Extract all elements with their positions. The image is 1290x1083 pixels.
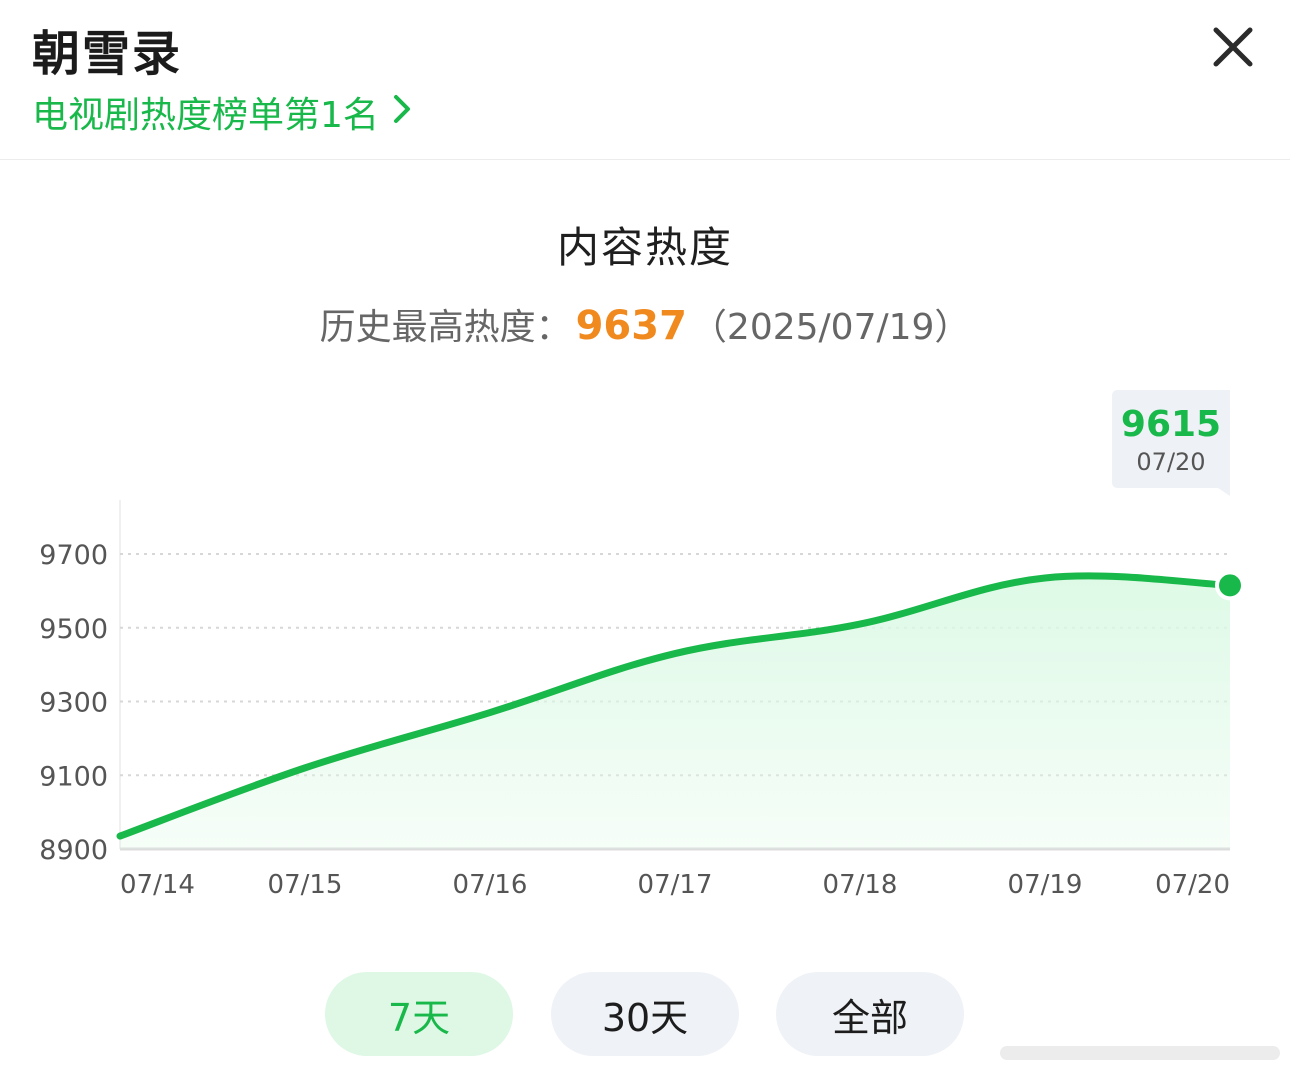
tooltip-value: 9615 [1121, 404, 1221, 445]
close-icon[interactable] [1208, 22, 1258, 72]
data-point [487, 710, 493, 716]
data-point [672, 651, 678, 657]
x-tick-label: 07/16 [453, 870, 528, 900]
highlight-point [1215, 570, 1245, 601]
tab-30days[interactable]: 30天 [551, 972, 739, 1056]
tab-all[interactable]: 全部 [776, 972, 964, 1056]
x-tick-label: 07/18 [823, 870, 898, 900]
y-tick-label: 9700 [39, 540, 108, 571]
data-point [302, 765, 308, 771]
record-label: 历史最高热度： [319, 307, 572, 348]
x-tick-label: 07/20 [1155, 870, 1230, 900]
y-tick-label: 8900 [39, 835, 108, 866]
heat-chart: 8900 9100 9300 9500 9700 07/14 07/15 07/16 07/17… [39, 390, 1245, 900]
y-tick-label: 9100 [39, 761, 108, 792]
tab-7days[interactable]: 7天 [325, 972, 513, 1056]
page-title: 朝雪录 [32, 26, 183, 82]
tooltip-date: 07/20 [1136, 448, 1205, 476]
watermark-bar [1000, 1046, 1280, 1060]
record-date: （2025/07/19） [690, 307, 971, 348]
rank-link-label: 电视剧热度榜单第1名 [32, 95, 379, 136]
record-line: 历史最高热度： 9637 （2025/07/19） [0, 298, 1290, 350]
chart-title: 内容热度 [556, 223, 733, 272]
rank-link[interactable]: 电视剧热度榜单第1名 [32, 86, 411, 138]
series-area [120, 575, 1230, 849]
y-tick-label: 9300 [39, 688, 108, 719]
data-point [1042, 575, 1048, 581]
data-point [857, 621, 863, 627]
header-divider [0, 159, 1290, 160]
x-tick-label: 07/14 [120, 870, 195, 900]
x-tick-label: 07/17 [638, 870, 713, 900]
x-tick-label: 07/15 [268, 870, 343, 900]
record-value: 9637 [575, 303, 687, 349]
header: 朝雪录 电视剧热度榜单第1名 [0, 0, 1290, 160]
data-point [117, 833, 123, 839]
x-tick-label: 07/19 [1008, 870, 1083, 900]
y-tick-label: 9500 [39, 614, 108, 645]
chevron-right-icon [393, 92, 411, 133]
